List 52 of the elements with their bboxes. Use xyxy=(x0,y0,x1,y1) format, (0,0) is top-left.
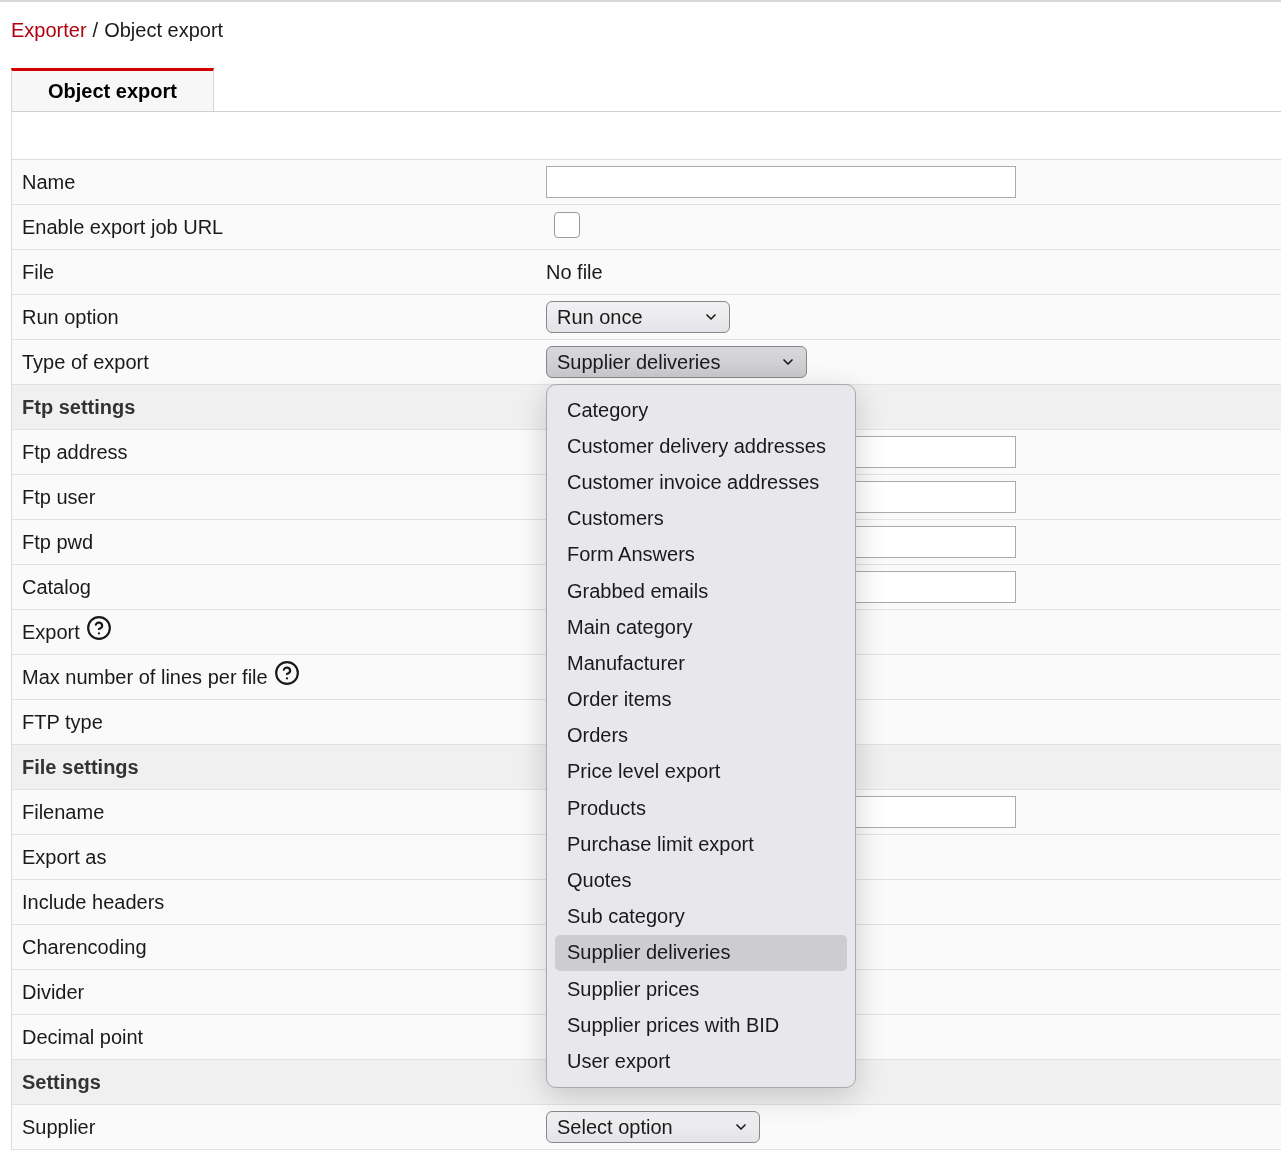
dropdown-option[interactable]: Customer invoice addresses xyxy=(555,464,847,501)
dropdown-option[interactable]: Customers xyxy=(555,500,847,537)
dropdown-option[interactable]: Form Answers xyxy=(555,536,847,573)
dropdown-option[interactable]: Price level export xyxy=(555,753,847,791)
dropdown-option[interactable]: Supplier prices with BID xyxy=(555,1007,847,1044)
dropdown-option[interactable]: Sub category xyxy=(555,898,847,935)
field-value: No file xyxy=(546,260,603,283)
field-label: Type of export xyxy=(22,350,149,374)
dropdown-option[interactable]: Main category xyxy=(555,609,847,646)
field-label: Divider xyxy=(22,980,85,1004)
field-label: File xyxy=(22,260,55,284)
dropdown-option[interactable]: Orders xyxy=(555,717,847,754)
field-label: Name xyxy=(22,170,76,194)
field-label: Export as xyxy=(22,845,107,869)
section-title: File settings xyxy=(22,755,139,779)
field-label: Run option xyxy=(22,305,119,329)
field-label: Supplier xyxy=(22,1115,96,1139)
help-icon[interactable] xyxy=(85,615,112,641)
tab[interactable]: Object export xyxy=(11,68,214,111)
field-label: Export xyxy=(22,620,80,644)
field-label: Include headers xyxy=(22,890,165,914)
dropdown-option[interactable]: Grabbed emails xyxy=(555,572,847,610)
field-label: Max number of lines per file xyxy=(22,665,268,689)
dropdown-option[interactable]: Customer delivery addresses xyxy=(555,428,847,465)
section-title: Settings xyxy=(22,1070,101,1094)
field-label: Decimal point xyxy=(22,1025,144,1049)
help-icon[interactable] xyxy=(273,660,300,686)
dropdown-option[interactable]: Supplier deliveries xyxy=(555,934,847,971)
breadcrumb-current: Object export xyxy=(104,19,224,42)
select-dropdown[interactable]: Supplier deliveries xyxy=(546,346,808,378)
dropdown-option[interactable]: Order items xyxy=(555,681,847,718)
field-label: Filename xyxy=(22,800,105,824)
section-title: Ftp settings xyxy=(22,395,136,419)
field-label: Ftp pwd xyxy=(22,530,94,554)
dropdown-option[interactable]: User export xyxy=(555,1043,847,1080)
field-label: Charencoding xyxy=(22,935,147,959)
dropdown-option[interactable]: Quotes xyxy=(555,862,847,899)
field-label: Catalog xyxy=(22,575,91,599)
field-label: Ftp address xyxy=(22,440,128,464)
checkbox[interactable] xyxy=(554,211,580,238)
breadcrumb-link[interactable]: Exporter xyxy=(11,19,87,42)
select-dropdown[interactable]: Select option xyxy=(546,1111,760,1143)
field-label: FTP type xyxy=(22,710,103,734)
dropdown-option[interactable]: Category xyxy=(555,392,847,429)
dropdown-option[interactable]: Purchase limit export xyxy=(555,826,847,863)
dropdown-option[interactable]: Supplier prices xyxy=(555,971,847,1008)
field-label: Enable export job URL xyxy=(22,215,224,239)
select-dropdown[interactable]: Run once xyxy=(546,301,730,333)
dropdown-option[interactable]: Products xyxy=(555,790,847,827)
breadcrumb-separator: / xyxy=(92,19,99,42)
dropdown-option[interactable]: Manufacturer xyxy=(555,645,847,682)
field-label: Ftp user xyxy=(22,485,96,509)
